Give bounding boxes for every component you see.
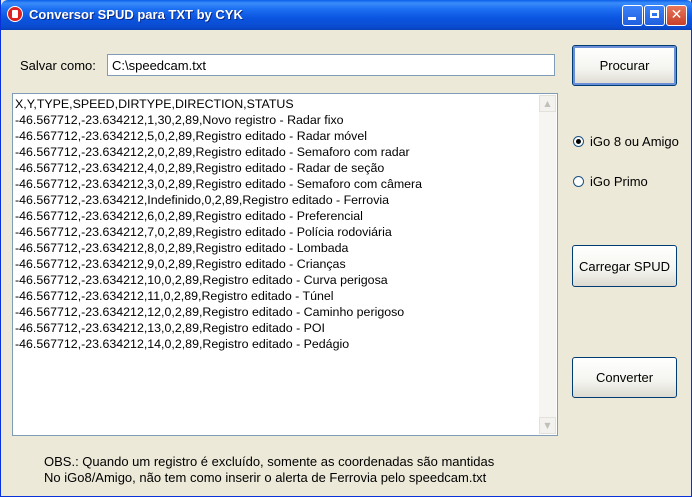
output-line: X,Y,TYPE,SPEED,DIRTYPE,DIRECTION,STATUS [15, 97, 294, 111]
app-window: Conversor SPUD para TXT by CYK ✕ Salvar … [0, 0, 692, 497]
output-line: -46.567712,-23.634212,7,0,2,89,Registro … [15, 225, 392, 239]
output-line: -46.567712,-23.634212,3,0,2,89,Registro … [15, 177, 423, 191]
scroll-up-arrow-icon[interactable]: ▲ [539, 95, 556, 112]
radio-igo8-amigo[interactable]: iGo 8 ou Amigo [573, 134, 679, 149]
output-line: -46.567712,-23.634212,13,0,2,89,Registro… [15, 321, 325, 335]
save-path-input[interactable] [107, 54, 555, 76]
minimize-icon [628, 17, 636, 20]
vertical-scrollbar[interactable]: ▲ ▼ [539, 95, 556, 434]
app-icon [7, 6, 23, 22]
window-title: Conversor SPUD para TXT by CYK [29, 7, 243, 22]
radio-button-icon[interactable] [573, 136, 584, 147]
output-line: -46.567712,-23.634212,11,0,2,89,Registro… [15, 289, 334, 303]
output-lines: X,Y,TYPE,SPEED,DIRTYPE,DIRECTION,STATUS -… [15, 96, 539, 433]
load-spud-button[interactable]: Carregar SPUD [572, 245, 677, 287]
output-line: -46.567712,-23.634212,2,0,2,89,Registro … [15, 145, 410, 159]
radio-label-igo8-amigo: iGo 8 ou Amigo [590, 134, 679, 149]
output-line: -46.567712,-23.634212,8,0,2,89,Registro … [15, 241, 349, 255]
note-line-2: No iGo8/Amigo, não tem como inserir o al… [44, 470, 487, 485]
output-line: -46.567712,-23.634212,5,0,2,89,Registro … [15, 129, 367, 143]
output-line: -46.567712,-23.634212,6,0,2,89,Registro … [15, 209, 363, 223]
output-line: -46.567712,-23.634212,4,0,2,89,Registro … [15, 161, 385, 175]
note-line-1: OBS.: Quando um registro é excluído, som… [44, 454, 495, 469]
output-textarea[interactable]: X,Y,TYPE,SPEED,DIRTYPE,DIRECTION,STATUS -… [12, 93, 558, 436]
output-line: -46.567712,-23.634212,1,30,2,89,Novo reg… [15, 113, 344, 127]
output-line: -46.567712,-23.634212,Indefinido,0,2,89,… [15, 193, 390, 207]
maximize-button[interactable] [644, 5, 665, 26]
output-line: -46.567712,-23.634212,12,0,2,89,Registro… [15, 305, 405, 319]
browse-button[interactable]: Procurar [572, 45, 677, 86]
close-icon: ✕ [670, 7, 683, 23]
minimize-button[interactable] [622, 5, 643, 26]
output-line: -46.567712,-23.634212,14,0,2,89,Registro… [15, 337, 350, 351]
output-line: -46.567712,-23.634212,10,0,2,89,Registro… [15, 273, 388, 287]
radio-igo-primo[interactable]: iGo Primo [573, 174, 648, 189]
output-line: -46.567712,-23.634212,9,0,2,89,Registro … [15, 257, 346, 271]
save-as-label: Salvar como: [20, 58, 96, 73]
convert-button[interactable]: Converter [572, 357, 677, 398]
maximize-icon [650, 10, 659, 18]
close-button[interactable]: ✕ [666, 5, 687, 26]
title-bar[interactable]: Conversor SPUD para TXT by CYK ✕ [1, 0, 692, 30]
radio-label-igo-primo: iGo Primo [590, 174, 648, 189]
scroll-down-arrow-icon[interactable]: ▼ [539, 417, 556, 434]
radio-button-icon[interactable] [573, 176, 584, 187]
